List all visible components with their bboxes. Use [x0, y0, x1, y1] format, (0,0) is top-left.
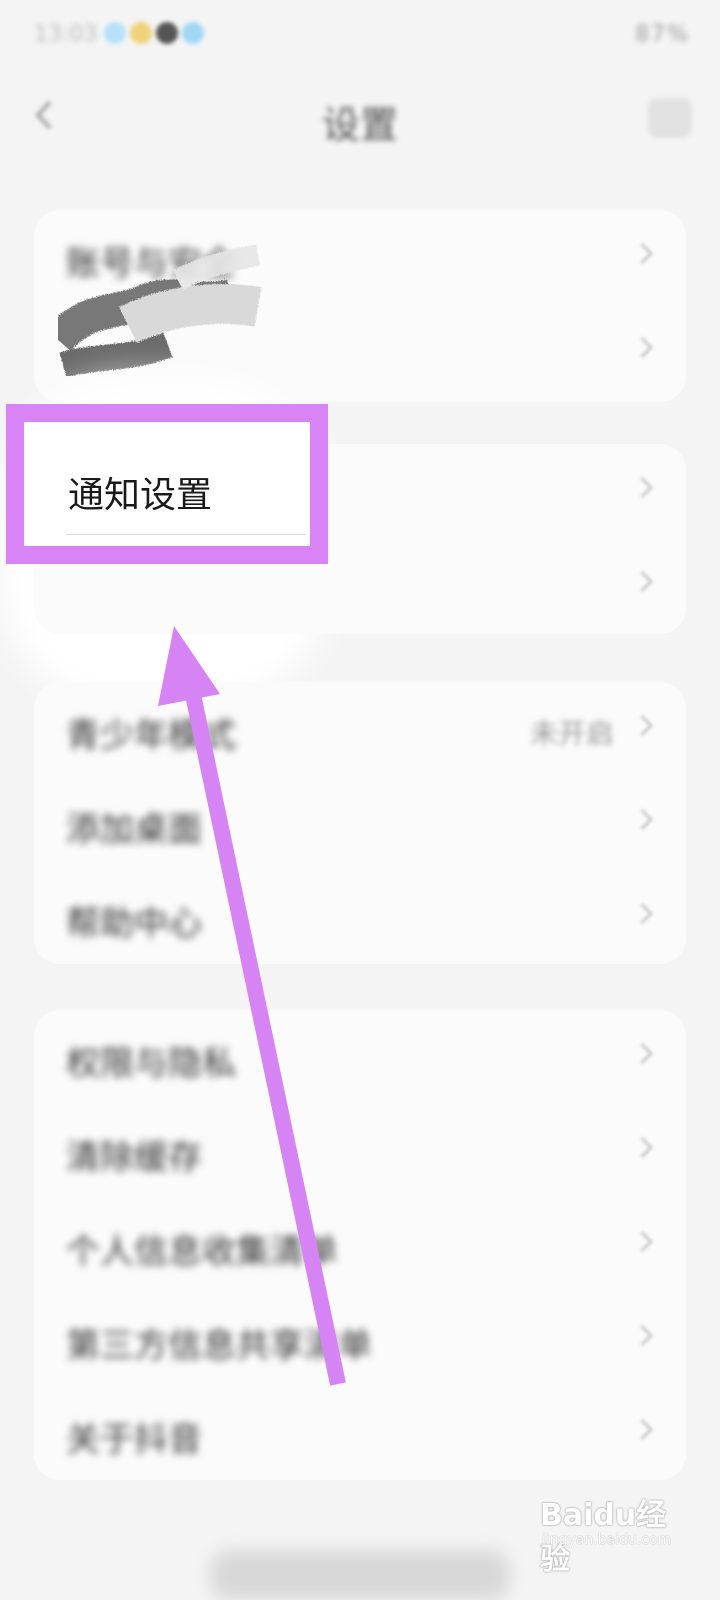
notification-icon	[130, 22, 152, 44]
status-bar: 13:03 87%	[0, 0, 720, 70]
chevron-right-icon	[631, 1136, 654, 1159]
bottom-button[interactable]	[210, 1550, 510, 1600]
settings-row-clear-cache[interactable]: 清除缓存	[34, 1104, 686, 1198]
chevron-right-icon	[631, 570, 654, 593]
chevron-right-icon	[631, 902, 654, 925]
watermark-url: jingyan.baidu.com	[542, 1532, 672, 1548]
settings-row-label: 关于抖音	[66, 1420, 202, 1460]
chevron-right-icon	[631, 1230, 654, 1253]
notification-icon	[182, 22, 204, 44]
status-time: 13:03	[34, 22, 98, 47]
settings-row-label: 清除缓存	[66, 1138, 202, 1178]
settings-row-label: 帮助中心	[66, 904, 202, 944]
settings-row-label: 添加桌面	[66, 810, 202, 850]
chevron-right-icon	[631, 714, 654, 737]
settings-row-label: 个人信息收集清单	[66, 1232, 338, 1272]
battery-indicator: 87%	[635, 22, 690, 47]
chevron-right-icon	[631, 476, 654, 499]
chevron-right-icon	[631, 336, 654, 359]
divider	[66, 534, 306, 535]
chevron-right-icon	[631, 1324, 654, 1347]
notification-settings-item[interactable]: 通知设置	[24, 422, 310, 546]
scan-icon[interactable]	[648, 98, 692, 138]
nav-bar: 设置	[0, 70, 720, 160]
settings-row-privacy[interactable]: 权限与隐私	[34, 1010, 686, 1104]
chevron-right-icon	[631, 1042, 654, 1065]
notification-icon	[104, 22, 126, 44]
settings-card-general: 青少年模式 未开启 添加桌面 帮助中心	[34, 682, 686, 964]
settings-row-personal-info[interactable]: 个人信息收集清单	[34, 1198, 686, 1292]
settings-row-add-desktop[interactable]: 添加桌面	[34, 776, 686, 870]
settings-row-help[interactable]: 帮助中心	[34, 870, 686, 964]
settings-row-about[interactable]: 关于抖音	[34, 1386, 686, 1480]
chevron-right-icon	[631, 242, 654, 265]
notification-settings-label: 通知设置	[68, 475, 213, 516]
notification-icon	[156, 22, 178, 44]
chevron-right-icon	[631, 1418, 654, 1441]
settings-row-teen-mode[interactable]: 青少年模式 未开启	[34, 682, 686, 776]
settings-row-third-party[interactable]: 第三方信息共享清单	[34, 1292, 686, 1386]
settings-row-value: 未开启	[529, 717, 614, 750]
baidu-watermark: Baidu经验 jingyan.baidu.com	[540, 1490, 690, 1577]
settings-row-label: 权限与隐私	[66, 1044, 236, 1084]
settings-row-label: 第三方信息共享清单	[66, 1326, 372, 1366]
notification-icons	[104, 22, 204, 44]
chevron-right-icon	[631, 808, 654, 831]
page-title: 设置	[321, 103, 398, 147]
highlight-box: 通知设置	[6, 404, 328, 564]
settings-card-privacy: 权限与隐私 清除缓存 个人信息收集清单 第三方信息共享清单 关于抖音	[34, 1010, 686, 1480]
settings-row-label: 青少年模式	[66, 716, 236, 756]
